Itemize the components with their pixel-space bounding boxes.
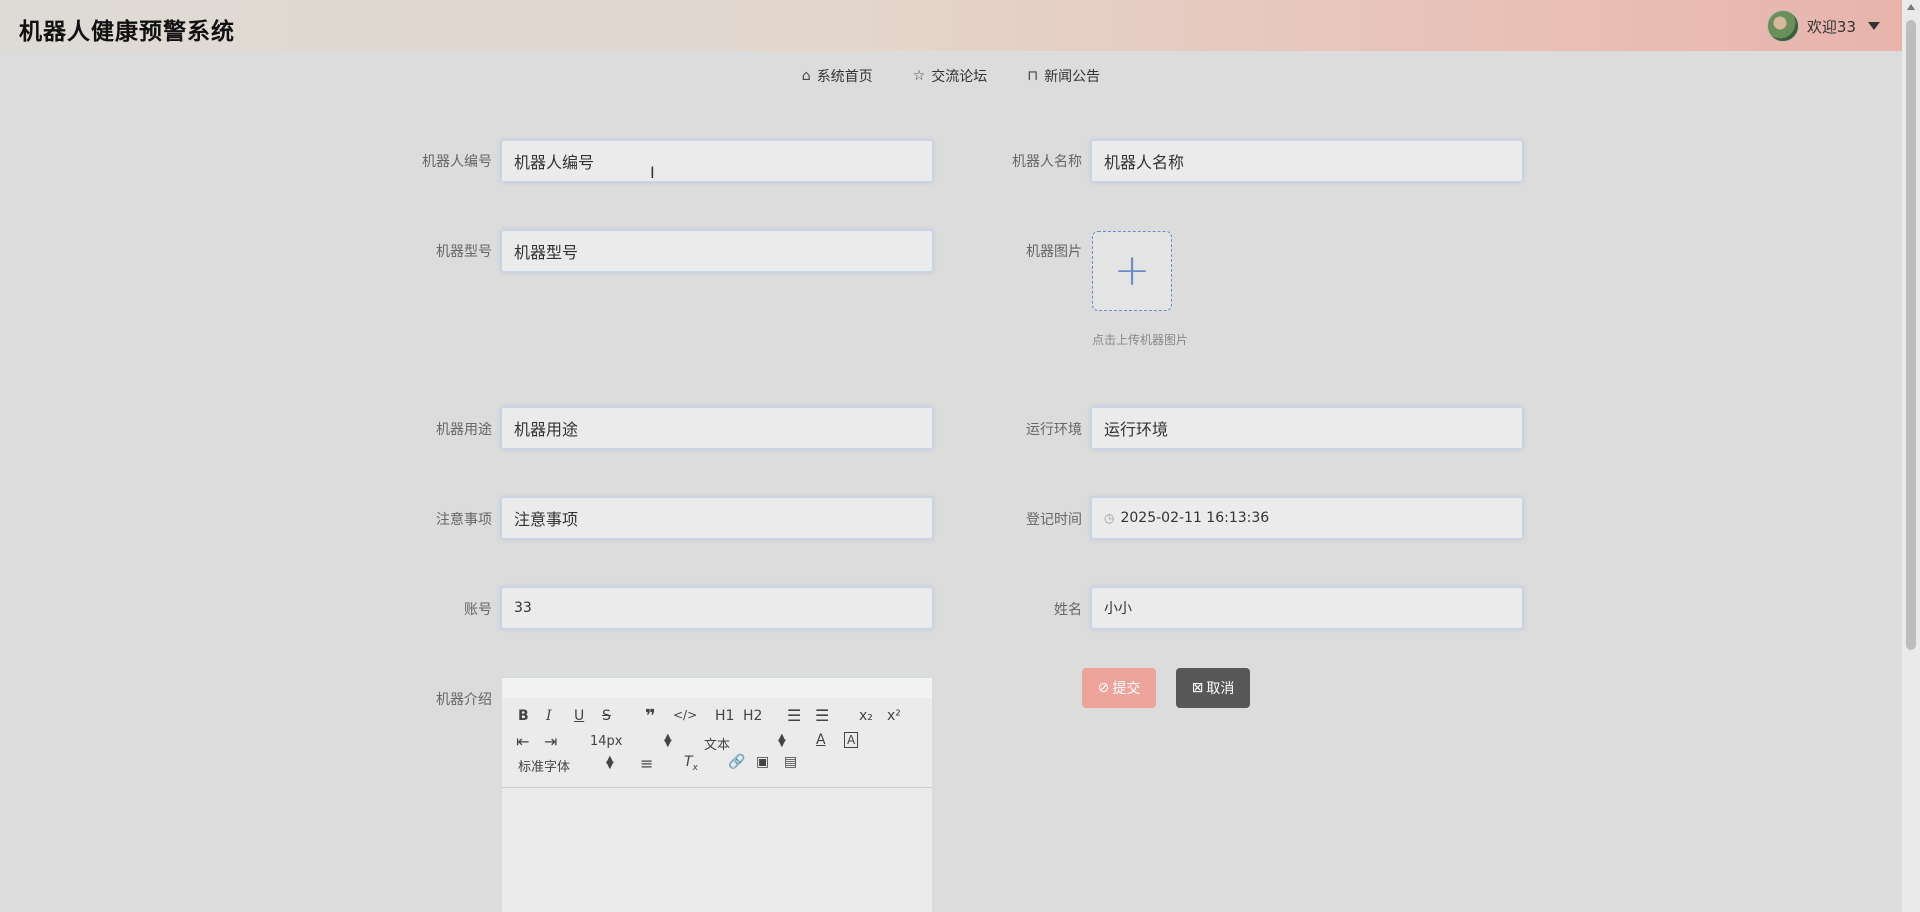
editor-toolbar: B I U S ❞ </> H1 H2 ☰ ☰ x₂ x² ⇤ ⇥ 14px ▲… bbox=[502, 698, 932, 788]
cancel-label: 取消 bbox=[1206, 681, 1235, 697]
user-menu[interactable]: 欢迎33 bbox=[1766, 10, 1880, 42]
notes-input[interactable]: 注意事项 bbox=[501, 497, 933, 539]
register-time-label: 登记时间 bbox=[1026, 512, 1082, 528]
home-icon: ⌂ bbox=[801, 68, 811, 84]
upload-hint: 点击上传机器图片 bbox=[1092, 333, 1189, 347]
notes-placeholder: 注意事项 bbox=[514, 510, 579, 529]
account-value: 33 bbox=[514, 600, 532, 616]
nav-item-news[interactable]: ⊓ 新闻公告 bbox=[1027, 66, 1100, 86]
nav-item-forum[interactable]: ☆ 交流论坛 bbox=[913, 66, 988, 86]
align-left-icon[interactable]: ≡ bbox=[640, 754, 653, 773]
close-square-icon: ⊠ bbox=[1191, 680, 1204, 696]
environment-placeholder: 运行环境 bbox=[1104, 420, 1169, 439]
outdent-icon[interactable]: ⇤ bbox=[516, 732, 529, 751]
plus-icon: + bbox=[1113, 245, 1151, 296]
caret-down-icon[interactable] bbox=[1868, 22, 1880, 30]
editor-top-strip bbox=[502, 678, 932, 698]
top-header: 机器人健康预警系统 欢迎33 bbox=[0, 0, 1902, 51]
select-arrows-icon: ▲ ▼ bbox=[778, 732, 786, 749]
model-placeholder: 机器型号 bbox=[514, 243, 579, 262]
font-family-select[interactable]: 标准字体 bbox=[518, 756, 570, 775]
notes-label: 注意事项 bbox=[436, 512, 492, 528]
text-cursor-icon: I bbox=[650, 163, 655, 182]
account-input[interactable]: 33 bbox=[501, 587, 933, 629]
avatar[interactable] bbox=[1766, 10, 1799, 42]
superscript-icon[interactable]: x² bbox=[887, 708, 901, 724]
robot-name-label: 机器人名称 bbox=[1012, 154, 1082, 170]
ordered-list-icon[interactable]: ☰ bbox=[787, 706, 801, 725]
underline-icon[interactable]: U bbox=[574, 708, 584, 724]
intro-label: 机器介绍 bbox=[436, 692, 492, 708]
environment-input[interactable]: 运行环境 bbox=[1091, 407, 1523, 449]
link-icon[interactable]: 🔗 bbox=[728, 754, 745, 770]
name-input[interactable]: 小小 bbox=[1091, 587, 1523, 629]
model-input[interactable]: 机器型号 bbox=[501, 230, 933, 272]
welcome-text[interactable]: 欢迎33 bbox=[1807, 16, 1856, 37]
clock-icon: ◷ bbox=[1104, 511, 1115, 525]
usage-input[interactable]: 机器用途 bbox=[501, 407, 933, 449]
video-icon[interactable]: ▤ bbox=[784, 754, 797, 770]
submit-button[interactable]: ⊘ 提交 bbox=[1082, 668, 1156, 708]
star-icon: ☆ bbox=[912, 68, 926, 84]
scroll-up-arrow-icon[interactable] bbox=[1907, 4, 1915, 10]
usage-label: 机器用途 bbox=[436, 422, 492, 438]
robot-name-placeholder: 机器人名称 bbox=[1104, 153, 1185, 172]
nav-item-label: 交流论坛 bbox=[931, 69, 988, 85]
name-value: 小小 bbox=[1104, 601, 1132, 617]
rich-text-editor[interactable]: B I U S ❞ </> H1 H2 ☰ ☰ x₂ x² ⇤ ⇥ 14px ▲… bbox=[501, 677, 933, 912]
select-arrows-icon: ▲ ▼ bbox=[606, 754, 614, 771]
image-icon[interactable]: ▣ bbox=[756, 754, 769, 770]
header-1-button[interactable]: H1 bbox=[715, 708, 734, 724]
name-label: 姓名 bbox=[1054, 602, 1082, 618]
robot-no-placeholder: 机器人编号 bbox=[514, 153, 595, 172]
bullet-list-icon[interactable]: ☰ bbox=[815, 706, 829, 725]
italic-icon[interactable]: I bbox=[546, 708, 552, 724]
scroll-thumb[interactable] bbox=[1906, 20, 1916, 650]
robot-no-input[interactable]: 机器人编号 bbox=[501, 140, 933, 182]
text-color-icon[interactable]: A bbox=[816, 732, 826, 748]
quote-icon[interactable]: ❞ bbox=[645, 706, 656, 727]
image-label: 机器图片 bbox=[1026, 244, 1082, 260]
code-icon[interactable]: </> bbox=[673, 708, 697, 722]
app-title: 机器人健康预警系统 bbox=[19, 19, 235, 45]
register-time-value: 2025-02-11 16:13:36 bbox=[1120, 510, 1270, 526]
indent-icon[interactable]: ⇥ bbox=[544, 732, 557, 751]
page-scrollbar[interactable] bbox=[1902, 0, 1920, 912]
environment-label: 运行环境 bbox=[1026, 422, 1082, 438]
strikethrough-icon[interactable]: S bbox=[602, 708, 611, 724]
check-circle-icon: ⊘ bbox=[1097, 680, 1110, 696]
block-type-select[interactable]: 文本 bbox=[704, 734, 730, 753]
nav-item-label: 系统首页 bbox=[816, 69, 873, 85]
clear-format-icon[interactable]: Tx bbox=[684, 754, 698, 773]
bold-icon[interactable]: B bbox=[518, 708, 529, 724]
bag-icon: ⊓ bbox=[1027, 68, 1039, 84]
main-nav: ⌂ 系统首页 ☆ 交流论坛 ⊓ 新闻公告 bbox=[0, 51, 1902, 101]
image-upload-box[interactable]: + bbox=[1092, 231, 1172, 311]
cancel-button[interactable]: ⊠ 取消 bbox=[1176, 668, 1250, 708]
submit-label: 提交 bbox=[1112, 681, 1141, 697]
nav-item-label: 新闻公告 bbox=[1044, 69, 1101, 85]
header-2-button[interactable]: H2 bbox=[743, 708, 762, 724]
usage-placeholder: 机器用途 bbox=[514, 420, 579, 439]
robot-name-input[interactable]: 机器人名称 bbox=[1091, 140, 1523, 182]
register-time-input[interactable]: ◷ 2025-02-11 16:13:36 bbox=[1091, 497, 1523, 539]
subscript-icon[interactable]: x₂ bbox=[859, 708, 873, 724]
model-label: 机器型号 bbox=[436, 244, 492, 260]
select-arrows-icon: ▲ ▼ bbox=[664, 732, 672, 749]
robot-no-label: 机器人编号 bbox=[422, 154, 492, 170]
nav-item-home[interactable]: ⌂ 系统首页 bbox=[802, 66, 873, 86]
background-color-icon[interactable]: A bbox=[844, 732, 859, 748]
account-label: 账号 bbox=[464, 602, 492, 618]
font-size-select[interactable]: 14px bbox=[590, 734, 623, 749]
